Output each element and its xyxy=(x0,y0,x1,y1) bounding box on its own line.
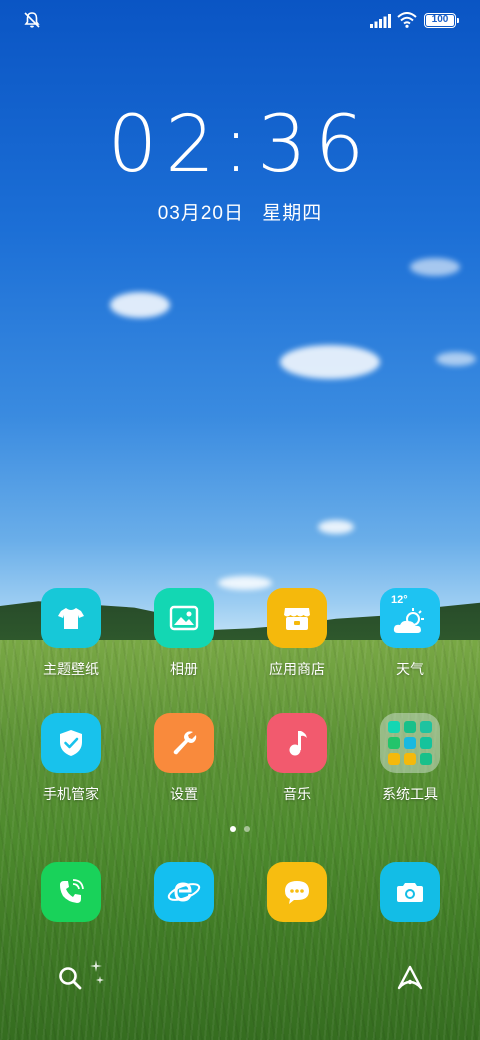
camera-icon xyxy=(380,862,440,922)
page-dot-active xyxy=(230,826,236,832)
app-weather[interactable]: 12° 天气 xyxy=(355,588,465,679)
cloud xyxy=(110,292,170,318)
app-label: 手机管家 xyxy=(43,786,99,802)
app-gallery[interactable]: 相册 xyxy=(129,588,239,679)
mini-app-icon xyxy=(404,721,416,733)
app-folder-system-tools[interactable]: 系统工具 xyxy=(355,713,465,804)
mini-app-icon xyxy=(388,753,400,765)
mini-app-icon xyxy=(404,753,416,765)
app-label: 音乐 xyxy=(283,786,311,802)
weekday-label: 星期四 xyxy=(262,203,323,224)
cloud xyxy=(410,258,460,276)
mini-app-icon xyxy=(404,737,416,749)
app-phone-manager[interactable]: 手机管家 xyxy=(16,713,126,804)
tshirt-icon xyxy=(41,588,101,648)
folder-icon xyxy=(380,713,440,773)
app-theme-wallpaper[interactable]: 主题壁纸 xyxy=(16,588,126,679)
clock-date[interactable]: 03月20日 星期四 xyxy=(0,198,480,225)
dock-messages[interactable] xyxy=(242,862,352,922)
battery-icon: 100 xyxy=(424,13,459,28)
app-label: 天气 xyxy=(396,661,424,677)
clock-time[interactable]: 02:36 xyxy=(0,100,480,190)
assistant-icon[interactable] xyxy=(396,964,424,992)
date-label: 03月20日 xyxy=(157,203,244,224)
wifi-icon xyxy=(397,12,417,28)
phone-icon xyxy=(41,862,101,922)
mini-app-icon xyxy=(420,737,432,749)
signal-icon xyxy=(370,14,391,28)
weather-icon: 12° xyxy=(380,588,440,648)
weather-temp: 12° xyxy=(391,594,408,606)
app-music[interactable]: 音乐 xyxy=(242,713,352,804)
cloud xyxy=(318,520,354,534)
app-label: 系统工具 xyxy=(382,786,438,802)
wrench-icon xyxy=(154,713,214,773)
app-label: 应用商店 xyxy=(269,661,325,677)
status-bar: 100 xyxy=(0,0,480,42)
search-icon[interactable] xyxy=(56,964,84,992)
app-label: 相册 xyxy=(170,661,198,677)
mini-app-icon xyxy=(420,721,432,733)
gallery-icon xyxy=(154,588,214,648)
battery-level: 100 xyxy=(426,15,454,26)
message-icon xyxy=(267,862,327,922)
dock-phone[interactable] xyxy=(16,862,126,922)
dock-browser[interactable] xyxy=(129,862,239,922)
music-note-icon xyxy=(267,713,327,773)
mini-app-icon xyxy=(388,721,400,733)
shield-icon xyxy=(41,713,101,773)
browser-icon xyxy=(154,862,214,922)
cloud xyxy=(436,352,476,366)
page-indicator xyxy=(0,826,480,832)
page-dot xyxy=(244,826,250,832)
app-label: 主题壁纸 xyxy=(43,661,99,677)
mini-app-icon xyxy=(420,753,432,765)
mute-icon xyxy=(24,12,40,28)
sparkle-icon xyxy=(90,960,104,984)
app-label: 设置 xyxy=(170,786,198,802)
app-store[interactable]: 应用商店 xyxy=(242,588,352,679)
app-settings[interactable]: 设置 xyxy=(129,713,239,804)
cloud xyxy=(280,345,380,379)
dock-camera[interactable] xyxy=(355,862,465,922)
store-icon xyxy=(267,588,327,648)
mini-app-icon xyxy=(388,737,400,749)
